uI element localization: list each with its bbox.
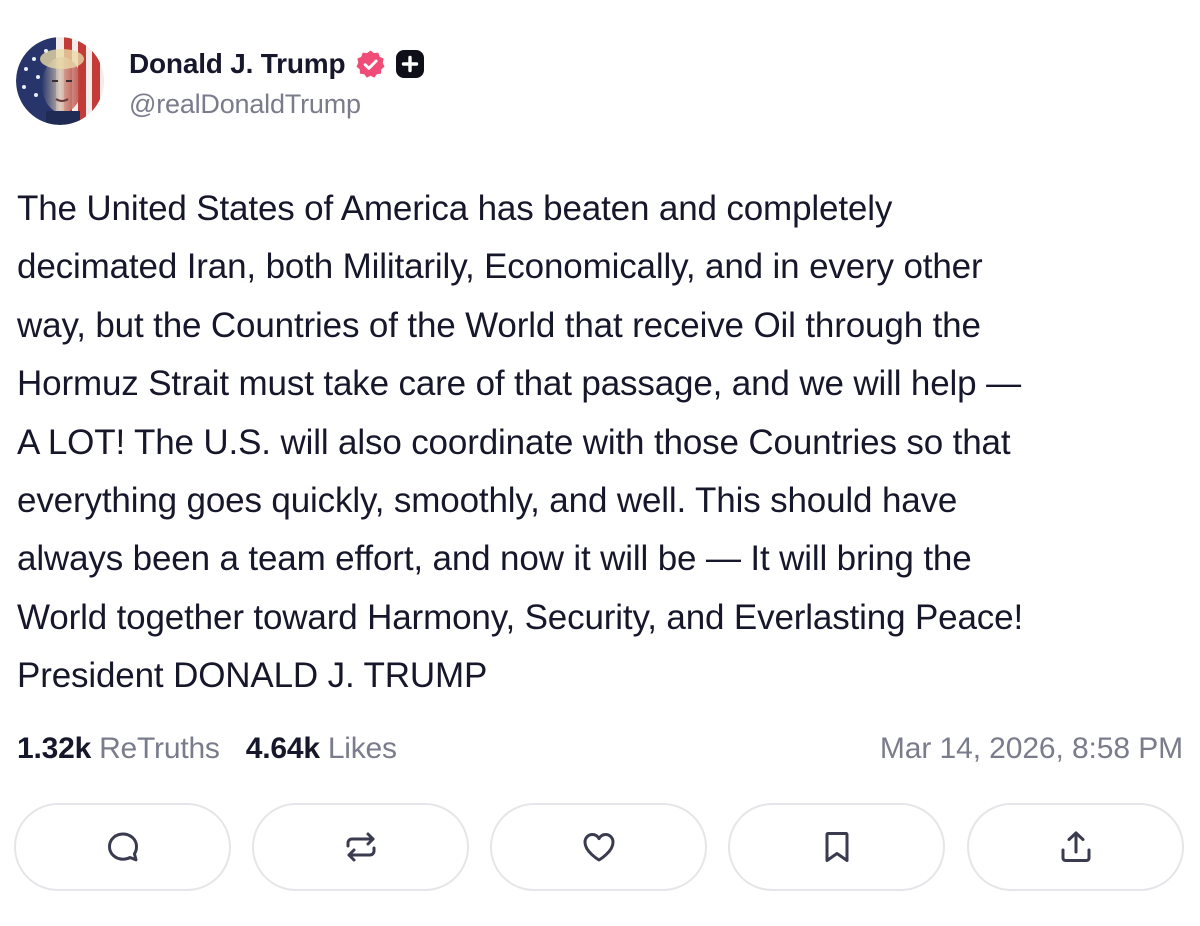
truth-plus-badge-icon [396, 50, 425, 78]
post-stats: 1.32k ReTruths 4.64k Likes Mar 14, 2026, 8… [17, 726, 1183, 772]
retruth-icon [341, 827, 381, 867]
avatar[interactable] [16, 37, 104, 125]
post-text: The United States of America has beaten … [17, 180, 1192, 706]
post-text-line: A LOT! The U.S. will also coordinate wit… [17, 422, 1011, 462]
post-text-line: Hormuz Strait must take care of that pas… [17, 364, 1021, 404]
post-timestamp[interactable]: Mar 14, 2026, 8:58 PM [880, 732, 1183, 766]
post-text-line: way, but the Countries of the World that… [17, 305, 981, 345]
like-icon [579, 827, 619, 867]
bookmark-button[interactable] [728, 803, 945, 891]
post-text-line: President DONALD J. TRUMP [17, 656, 488, 696]
post-text-line: The United States of America has beaten … [17, 189, 893, 228]
reply-icon [103, 827, 143, 867]
retruth-button[interactable] [252, 803, 469, 891]
post-text-line: always been a team effort, and now it wi… [17, 539, 972, 579]
retruths-label: ReTruths [99, 732, 220, 765]
avatar-image [16, 37, 104, 125]
name-row: Donald J. Trump [129, 44, 425, 84]
share-button[interactable] [967, 803, 1184, 891]
likes-label: Likes [327, 732, 397, 765]
bookmark-icon [817, 827, 857, 867]
post-header: Donald J. Trump @realDonaldTrump [16, 37, 425, 127]
post-text-line: decimated Iran, both Militarily, Economi… [17, 247, 983, 287]
post-text-line: everything goes quickly, smoothly, and w… [17, 481, 958, 521]
post-card: Donald J. Trump @realDonaldTrump The Uni… [0, 0, 1200, 926]
likes-stat[interactable]: 4.64k Likes [246, 732, 397, 766]
verified-badge-icon [355, 49, 386, 80]
likes-count: 4.64k [245, 732, 320, 765]
share-icon [1056, 827, 1096, 867]
reply-button[interactable] [14, 803, 231, 891]
like-button[interactable] [490, 803, 707, 891]
author-display-name[interactable]: Donald J. Trump [129, 48, 346, 80]
action-bar [14, 803, 1186, 893]
author-handle[interactable]: @realDonaldTrump [129, 89, 424, 120]
retruths-count: 1.32k [17, 732, 92, 765]
post-text-line: World together toward Harmony, Security,… [17, 597, 1024, 637]
author-identity: Donald J. Trump @realDonaldTrump [129, 44, 425, 120]
retruths-stat[interactable]: 1.32k ReTruths [17, 732, 220, 766]
